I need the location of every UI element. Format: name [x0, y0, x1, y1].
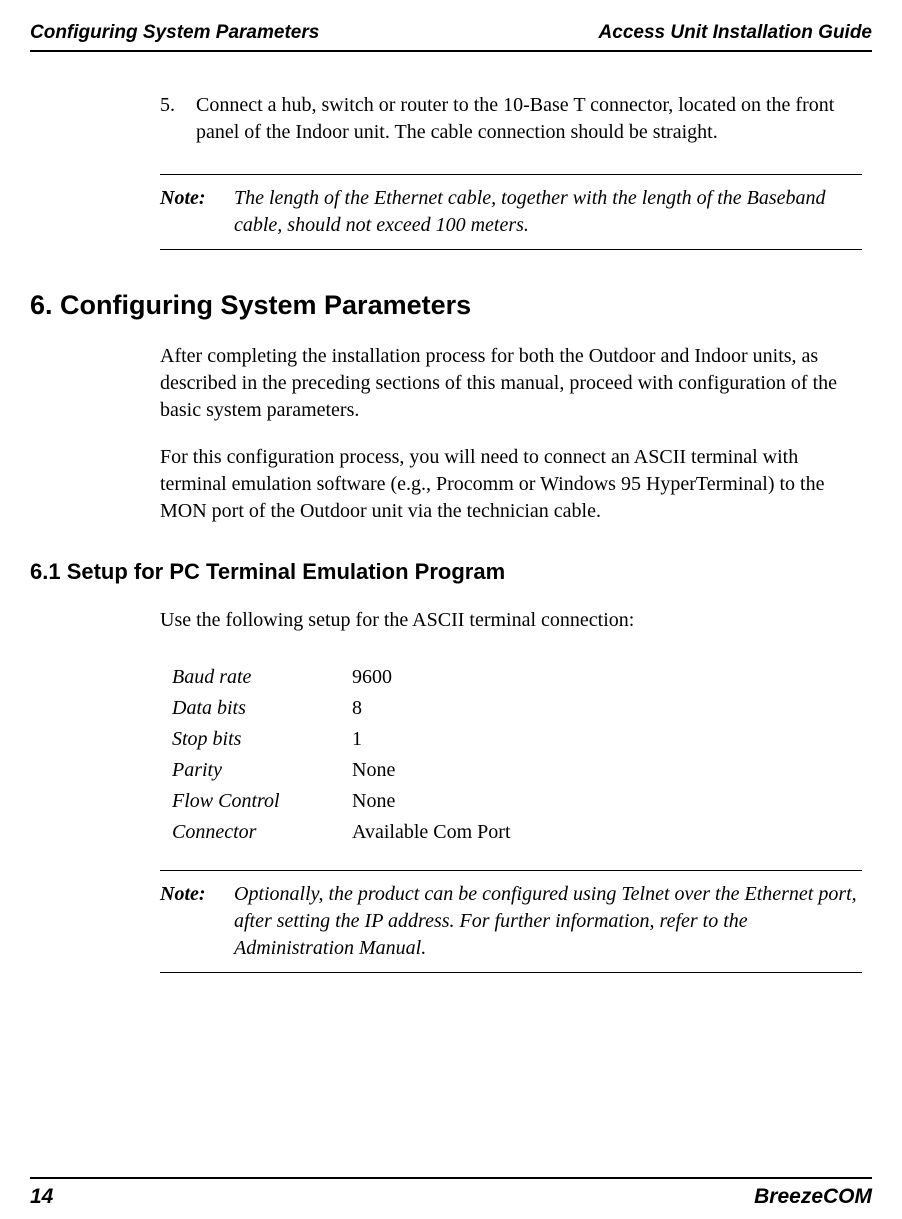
setting-value: Available Com Port	[352, 817, 862, 848]
section-6-1-title: 6.1 Setup for PC Terminal Emulation Prog…	[30, 559, 872, 585]
setting-value: None	[352, 755, 862, 786]
setting-row-stop-bits: Stop bits 1	[172, 724, 862, 755]
step-number: 5.	[160, 92, 196, 146]
section-6-para-1: After completing the installation proces…	[160, 343, 862, 424]
setting-label: Connector	[172, 817, 352, 848]
setting-label: Flow Control	[172, 786, 352, 817]
page-content: 5. Connect a hub, switch or router to th…	[30, 52, 872, 1177]
page-footer: 14 BreezeCOM	[30, 1177, 872, 1219]
setting-value: 8	[352, 693, 862, 724]
note-label: Note:	[160, 881, 234, 962]
note-text: Optionally, the product can be configure…	[234, 881, 862, 962]
page-number: 14	[30, 1185, 53, 1209]
step-text: Connect a hub, switch or router to the 1…	[196, 92, 862, 146]
setting-label: Baud rate	[172, 662, 352, 693]
footer-brand: BreezeCOM	[754, 1185, 872, 1209]
setting-value: 1	[352, 724, 862, 755]
step-5: 5. Connect a hub, switch or router to th…	[160, 92, 862, 146]
setting-row-flow-control: Flow Control None	[172, 786, 862, 817]
setting-label: Stop bits	[172, 724, 352, 755]
setting-row-connector: Connector Available Com Port	[172, 817, 862, 848]
section-6-para-2: For this configuration process, you will…	[160, 444, 862, 525]
setting-label: Data bits	[172, 693, 352, 724]
setting-value: 9600	[352, 662, 862, 693]
setting-row-parity: Parity None	[172, 755, 862, 786]
setting-row-baud-rate: Baud rate 9600	[172, 662, 862, 693]
note-ethernet-length: Note: The length of the Ethernet cable, …	[160, 174, 862, 250]
setting-label: Parity	[172, 755, 352, 786]
section-6-1-para-1: Use the following setup for the ASCII te…	[160, 607, 862, 634]
section-6-title: 6. Configuring System Parameters	[30, 290, 872, 321]
terminal-settings-table: Baud rate 9600 Data bits 8 Stop bits 1 P…	[172, 662, 862, 848]
setting-value: None	[352, 786, 862, 817]
header-left: Configuring System Parameters	[30, 22, 319, 44]
note-text: The length of the Ethernet cable, togeth…	[234, 185, 862, 239]
setting-row-data-bits: Data bits 8	[172, 693, 862, 724]
page-header: Configuring System Parameters Access Uni…	[30, 22, 872, 52]
header-right: Access Unit Installation Guide	[599, 22, 872, 44]
note-telnet-config: Note: Optionally, the product can be con…	[160, 870, 862, 973]
note-label: Note:	[160, 185, 234, 239]
